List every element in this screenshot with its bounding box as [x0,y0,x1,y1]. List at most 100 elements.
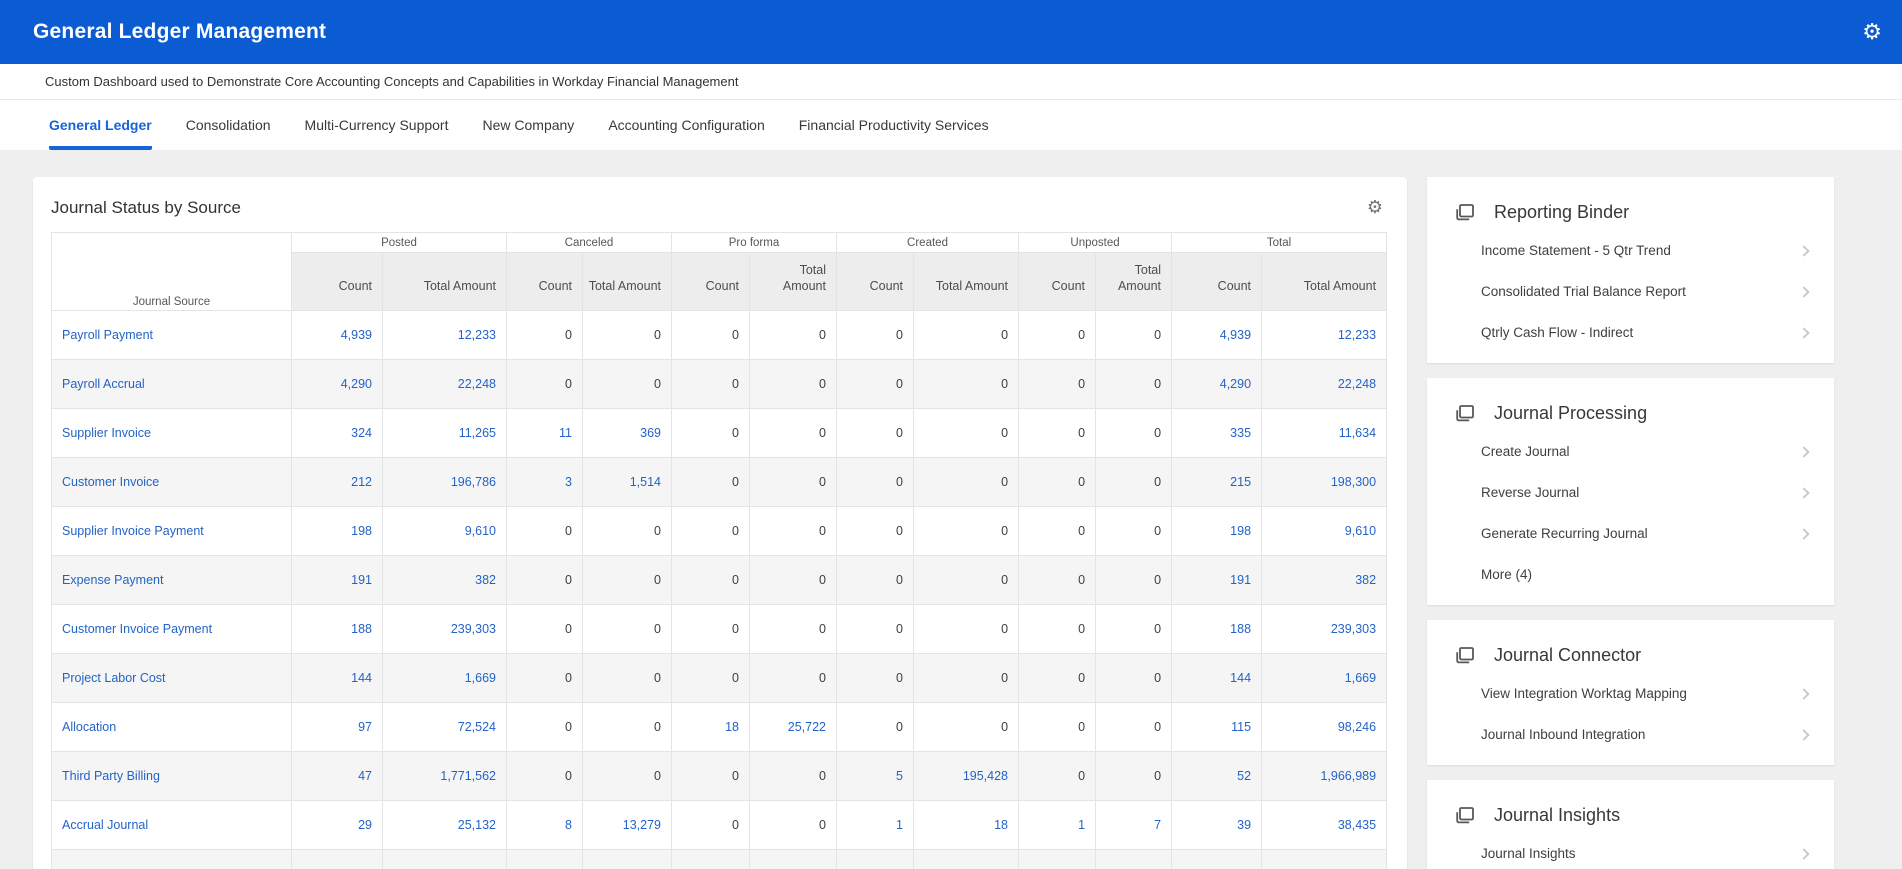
value-cell: 4,290 [292,360,383,409]
value-link[interactable]: 8 [565,818,572,832]
tab-new-company[interactable]: New Company [482,100,574,150]
value-link[interactable]: 369 [640,426,661,440]
value-link[interactable]: 18 [725,720,739,734]
value-link[interactable]: 382 [475,573,496,587]
journal-source-link[interactable]: Customer Invoice [62,475,159,489]
value-link[interactable]: 324 [351,426,372,440]
journal-source-cell: Supplier Invoice [52,409,292,458]
value-link[interactable]: 72,524 [458,720,496,734]
value-link[interactable]: 25,722 [788,720,826,734]
menu-item-generate-recurring-journal[interactable]: Generate Recurring Journal [1427,513,1834,554]
value-link[interactable]: 382 [1355,573,1376,587]
settings-gear-icon[interactable]: ⚙ [1862,21,1882,43]
value-link[interactable]: 188 [351,622,372,636]
value-link[interactable]: 198 [351,524,372,538]
value-link[interactable]: 212 [351,475,372,489]
value-link[interactable]: 144 [1230,671,1251,685]
value-link[interactable]: 191 [351,573,372,587]
panel-gear-icon[interactable]: ⚙ [1367,197,1383,218]
menu-item-income-statement-5-qtr-trend[interactable]: Income Statement - 5 Qtr Trend [1427,230,1834,271]
menu-item-journal-inbound-integration[interactable]: Journal Inbound Integration [1427,714,1834,755]
journal-source-link[interactable]: Supplier Invoice Payment [62,524,204,538]
menu-item-consolidated-trial-balance-report[interactable]: Consolidated Trial Balance Report [1427,271,1834,312]
journal-source-link[interactable]: Payroll Accrual [62,377,145,391]
journal-source-link[interactable]: Project Labor Cost [62,671,166,685]
menu-item-create-journal[interactable]: Create Journal [1427,431,1834,472]
value-link[interactable]: 97 [358,720,372,734]
value-link[interactable]: 1,771,562 [440,769,496,783]
value-link[interactable]: 4,290 [341,377,372,391]
value-link[interactable]: 38,435 [1338,818,1376,832]
value-link[interactable]: 12,233 [1338,328,1376,342]
tab-multi-currency-support[interactable]: Multi-Currency Support [305,100,449,150]
value-link[interactable]: 198 [1230,524,1251,538]
value-link[interactable]: 9,610 [465,524,496,538]
value-link[interactable]: 18 [994,818,1008,832]
value-link[interactable]: 239,303 [451,622,496,636]
value-link[interactable]: 239,303 [1331,622,1376,636]
value-link[interactable]: 1,669 [1345,671,1376,685]
value-link[interactable]: 12,233 [458,328,496,342]
value-link[interactable]: 3 [565,475,572,489]
table-row: Payroll Accrual4,29022,248000000004,2902… [52,360,1387,409]
value-link[interactable]: 98,246 [1338,720,1376,734]
tab-financial-productivity-services[interactable]: Financial Productivity Services [799,100,989,150]
value-link[interactable]: 1,966,989 [1320,769,1376,783]
menu-item-journal-insights[interactable]: Journal Insights [1427,833,1834,869]
journal-source-link[interactable]: Third Party Billing [62,769,160,783]
journal-source-link[interactable]: Expense Payment [62,573,163,587]
value-link[interactable]: 1,514 [630,475,661,489]
journal-source-link[interactable]: Accrual Journal [62,818,148,832]
value-link[interactable]: 11 [559,426,572,440]
value-cell: 25,722 [750,703,837,752]
menu-item-view-integration-worktag-mapping[interactable]: View Integration Worktag Mapping [1427,673,1834,714]
value-link[interactable]: 195,428 [963,769,1008,783]
value-link[interactable]: 25,132 [458,818,496,832]
value-cell: 0 [1019,458,1096,507]
journal-source-link[interactable]: Allocation [62,720,116,734]
empty-cell [1096,850,1172,869]
tab-consolidation[interactable]: Consolidation [186,100,271,150]
menu-item-reverse-journal[interactable]: Reverse Journal [1427,472,1834,513]
value-link[interactable]: 9,610 [1345,524,1376,538]
value-link[interactable]: 22,248 [1338,377,1376,391]
value-link[interactable]: 5 [896,769,903,783]
value-link[interactable]: 22,248 [458,377,496,391]
value-link[interactable]: 335 [1230,426,1251,440]
value-link[interactable]: 7 [1154,818,1161,832]
value-link[interactable]: 4,290 [1220,377,1251,391]
value-link[interactable]: 29 [358,818,372,832]
value-link[interactable]: 1 [896,818,903,832]
value-link[interactable]: 191 [1230,573,1251,587]
value-link[interactable]: 215 [1230,475,1251,489]
value-link[interactable]: 1,669 [465,671,496,685]
value-link[interactable]: 198,300 [1331,475,1376,489]
journal-source-link[interactable]: Payroll Payment [62,328,153,342]
journal-source-link[interactable]: Customer Invoice Payment [62,622,212,636]
value-link[interactable]: 52 [1237,769,1251,783]
value-link[interactable]: 188 [1230,622,1251,636]
value-link[interactable]: 39 [1237,818,1251,832]
value-cell: 239,303 [383,605,507,654]
value-cell: 0 [1019,703,1096,752]
value-cell: 25,132 [383,801,507,850]
menu-item-more-4-[interactable]: More (4) [1427,554,1834,595]
value-link[interactable]: 47 [358,769,372,783]
page-title: General Ledger Management [33,20,326,44]
tab-accounting-configuration[interactable]: Accounting Configuration [608,100,764,150]
value-link[interactable]: 1 [1078,818,1085,832]
value-link[interactable]: 4,939 [341,328,372,342]
value-link[interactable]: 115 [1231,720,1251,734]
journal-source-link[interactable]: Supplier Invoice [62,426,151,440]
menu-item-qtrly-cash-flow-indirect[interactable]: Qtrly Cash Flow - Indirect [1427,312,1834,353]
chevron-right-icon [1798,446,1809,457]
value-link[interactable]: 11,634 [1339,426,1376,440]
value-cell: 29 [292,801,383,850]
value-link[interactable]: 11,265 [459,426,496,440]
value-link[interactable]: 4,939 [1220,328,1251,342]
tab-general-ledger[interactable]: General Ledger [49,100,152,150]
value-link[interactable]: 196,786 [451,475,496,489]
value-link[interactable]: 144 [351,671,372,685]
value-link[interactable]: 13,279 [623,818,661,832]
value-cell: 0 [914,556,1019,605]
